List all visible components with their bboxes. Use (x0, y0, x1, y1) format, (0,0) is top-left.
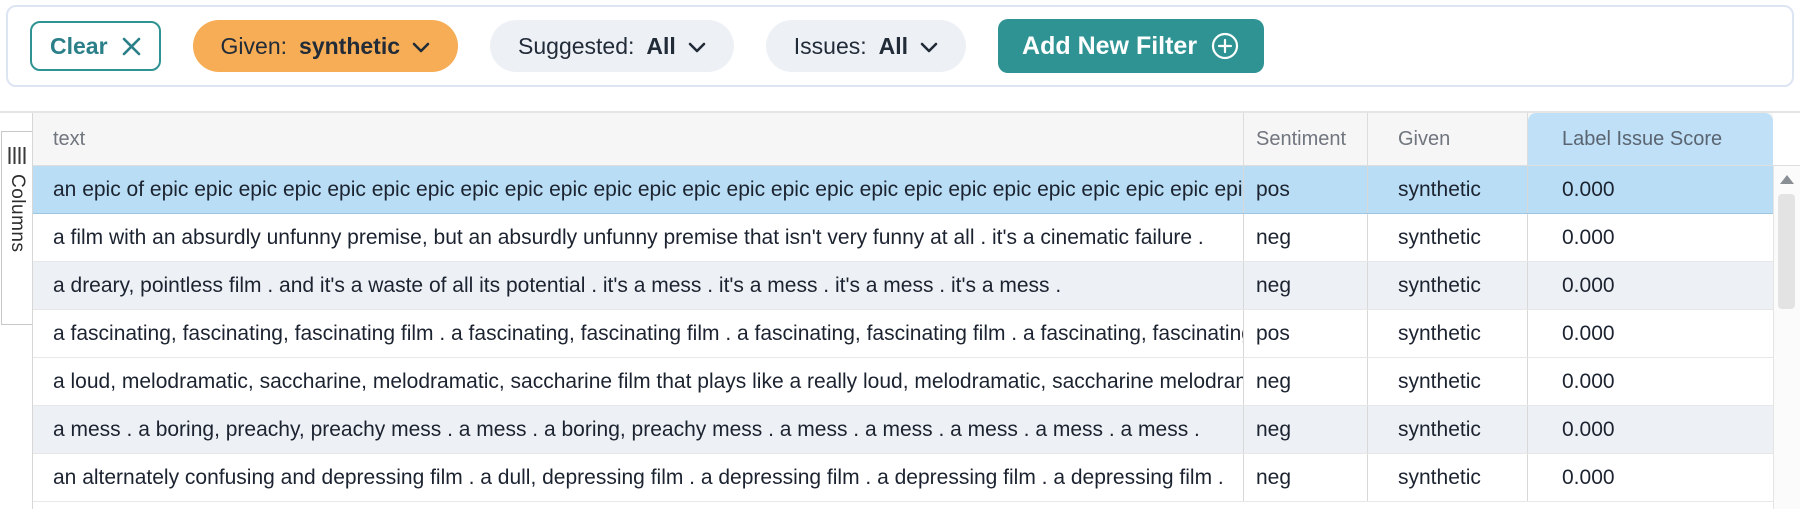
cell-sentiment: pos (1244, 166, 1368, 213)
column-header-label-issue-score[interactable]: Label Issue Score (1528, 113, 1773, 165)
cell-label-issue-score: 0.000 (1528, 406, 1773, 453)
clear-label: Clear (50, 33, 108, 60)
clear-filters-button[interactable]: Clear (30, 21, 161, 71)
cell-given: synthetic (1368, 454, 1528, 501)
cell-given: synthetic (1368, 406, 1528, 453)
chevron-down-icon (412, 39, 430, 53)
cell-text: a film with an absurdly unfunny premise,… (33, 214, 1244, 261)
table-row[interactable]: a mess . a boring, preachy, preachy mess… (33, 406, 1773, 454)
given-filter-value: synthetic (299, 33, 400, 60)
cell-label-issue-score: 0.000 (1528, 358, 1773, 405)
issues-filter-prefix: Issues: (794, 33, 867, 60)
close-icon (122, 37, 141, 56)
cell-text: a fascinating, fascinating, fascinating … (33, 310, 1244, 357)
columns-panel-tab[interactable]: Columns (1, 131, 32, 325)
scroll-up-arrow-icon[interactable] (1780, 175, 1794, 184)
table-row[interactable]: a dreary, pointless film . and it's a wa… (33, 262, 1773, 310)
cell-label-issue-score: 0.000 (1528, 166, 1773, 213)
suggested-filter-dropdown[interactable]: Suggested: All (490, 20, 734, 72)
cell-given: synthetic (1368, 214, 1528, 261)
cell-label-issue-score: 0.000 (1528, 454, 1773, 501)
cell-given: synthetic (1368, 358, 1528, 405)
cell-given: synthetic (1368, 310, 1528, 357)
column-header-given[interactable]: Given (1368, 113, 1528, 165)
cell-sentiment: neg (1244, 406, 1368, 453)
data-table: text Sentiment Given Label Issue Score a… (32, 113, 1800, 509)
table-row[interactable]: an alternately confusing and depressing … (33, 454, 1773, 502)
table-row[interactable]: a film with an absurdly unfunny premise,… (33, 214, 1773, 262)
cell-label-issue-score: 0.000 (1528, 310, 1773, 357)
columns-icon (9, 147, 26, 164)
cell-sentiment: pos (1244, 310, 1368, 357)
cell-sentiment: neg (1244, 262, 1368, 309)
header-scrollbar-spacer (1773, 113, 1800, 165)
issues-filter-dropdown[interactable]: Issues: All (766, 20, 966, 72)
table-row[interactable]: an epic of epic epic epic epic epic epic… (33, 166, 1773, 214)
chevron-down-icon (688, 39, 706, 53)
cell-label-issue-score: 0.000 (1528, 262, 1773, 309)
cell-text: a dreary, pointless film . and it's a wa… (33, 262, 1244, 309)
cell-label-issue-score: 0.000 (1528, 214, 1773, 261)
add-new-filter-label: Add New Filter (1022, 32, 1197, 61)
table-row[interactable]: a fascinating, fascinating, fascinating … (33, 310, 1773, 358)
chevron-down-icon (920, 39, 938, 53)
cell-sentiment: neg (1244, 358, 1368, 405)
add-new-filter-button[interactable]: Add New Filter (998, 19, 1264, 73)
column-header-text[interactable]: text (33, 113, 1244, 165)
cell-text: an alternately confusing and depressing … (33, 454, 1244, 501)
given-filter-prefix: Given: (221, 33, 287, 60)
scrollbar-thumb[interactable] (1778, 194, 1795, 309)
suggested-filter-prefix: Suggested: (518, 33, 634, 60)
columns-tab-label: Columns (6, 174, 28, 252)
table-row[interactable]: a loud, melodramatic, saccharine, melodr… (33, 358, 1773, 406)
cell-text: a loud, melodramatic, saccharine, melodr… (33, 358, 1244, 405)
cell-given: synthetic (1368, 166, 1528, 213)
cell-given: synthetic (1368, 262, 1528, 309)
cell-sentiment: neg (1244, 214, 1368, 261)
filter-bar: Clear Given: synthetic Suggested: All Is… (6, 5, 1794, 87)
given-filter-dropdown[interactable]: Given: synthetic (193, 20, 458, 72)
cell-sentiment: neg (1244, 454, 1368, 501)
issues-filter-value: All (879, 33, 908, 60)
table-body: an epic of epic epic epic epic epic epic… (33, 166, 1800, 509)
column-header-sentiment[interactable]: Sentiment (1244, 113, 1368, 165)
table-header-row: text Sentiment Given Label Issue Score (33, 113, 1800, 166)
vertical-scrollbar[interactable] (1773, 166, 1800, 509)
suggested-filter-value: All (646, 33, 675, 60)
cell-text: a mess . a boring, preachy, preachy mess… (33, 406, 1244, 453)
cell-text: an epic of epic epic epic epic epic epic… (33, 166, 1244, 213)
plus-circle-icon (1210, 31, 1240, 61)
app: Clear Given: synthetic Suggested: All Is… (0, 0, 1800, 509)
